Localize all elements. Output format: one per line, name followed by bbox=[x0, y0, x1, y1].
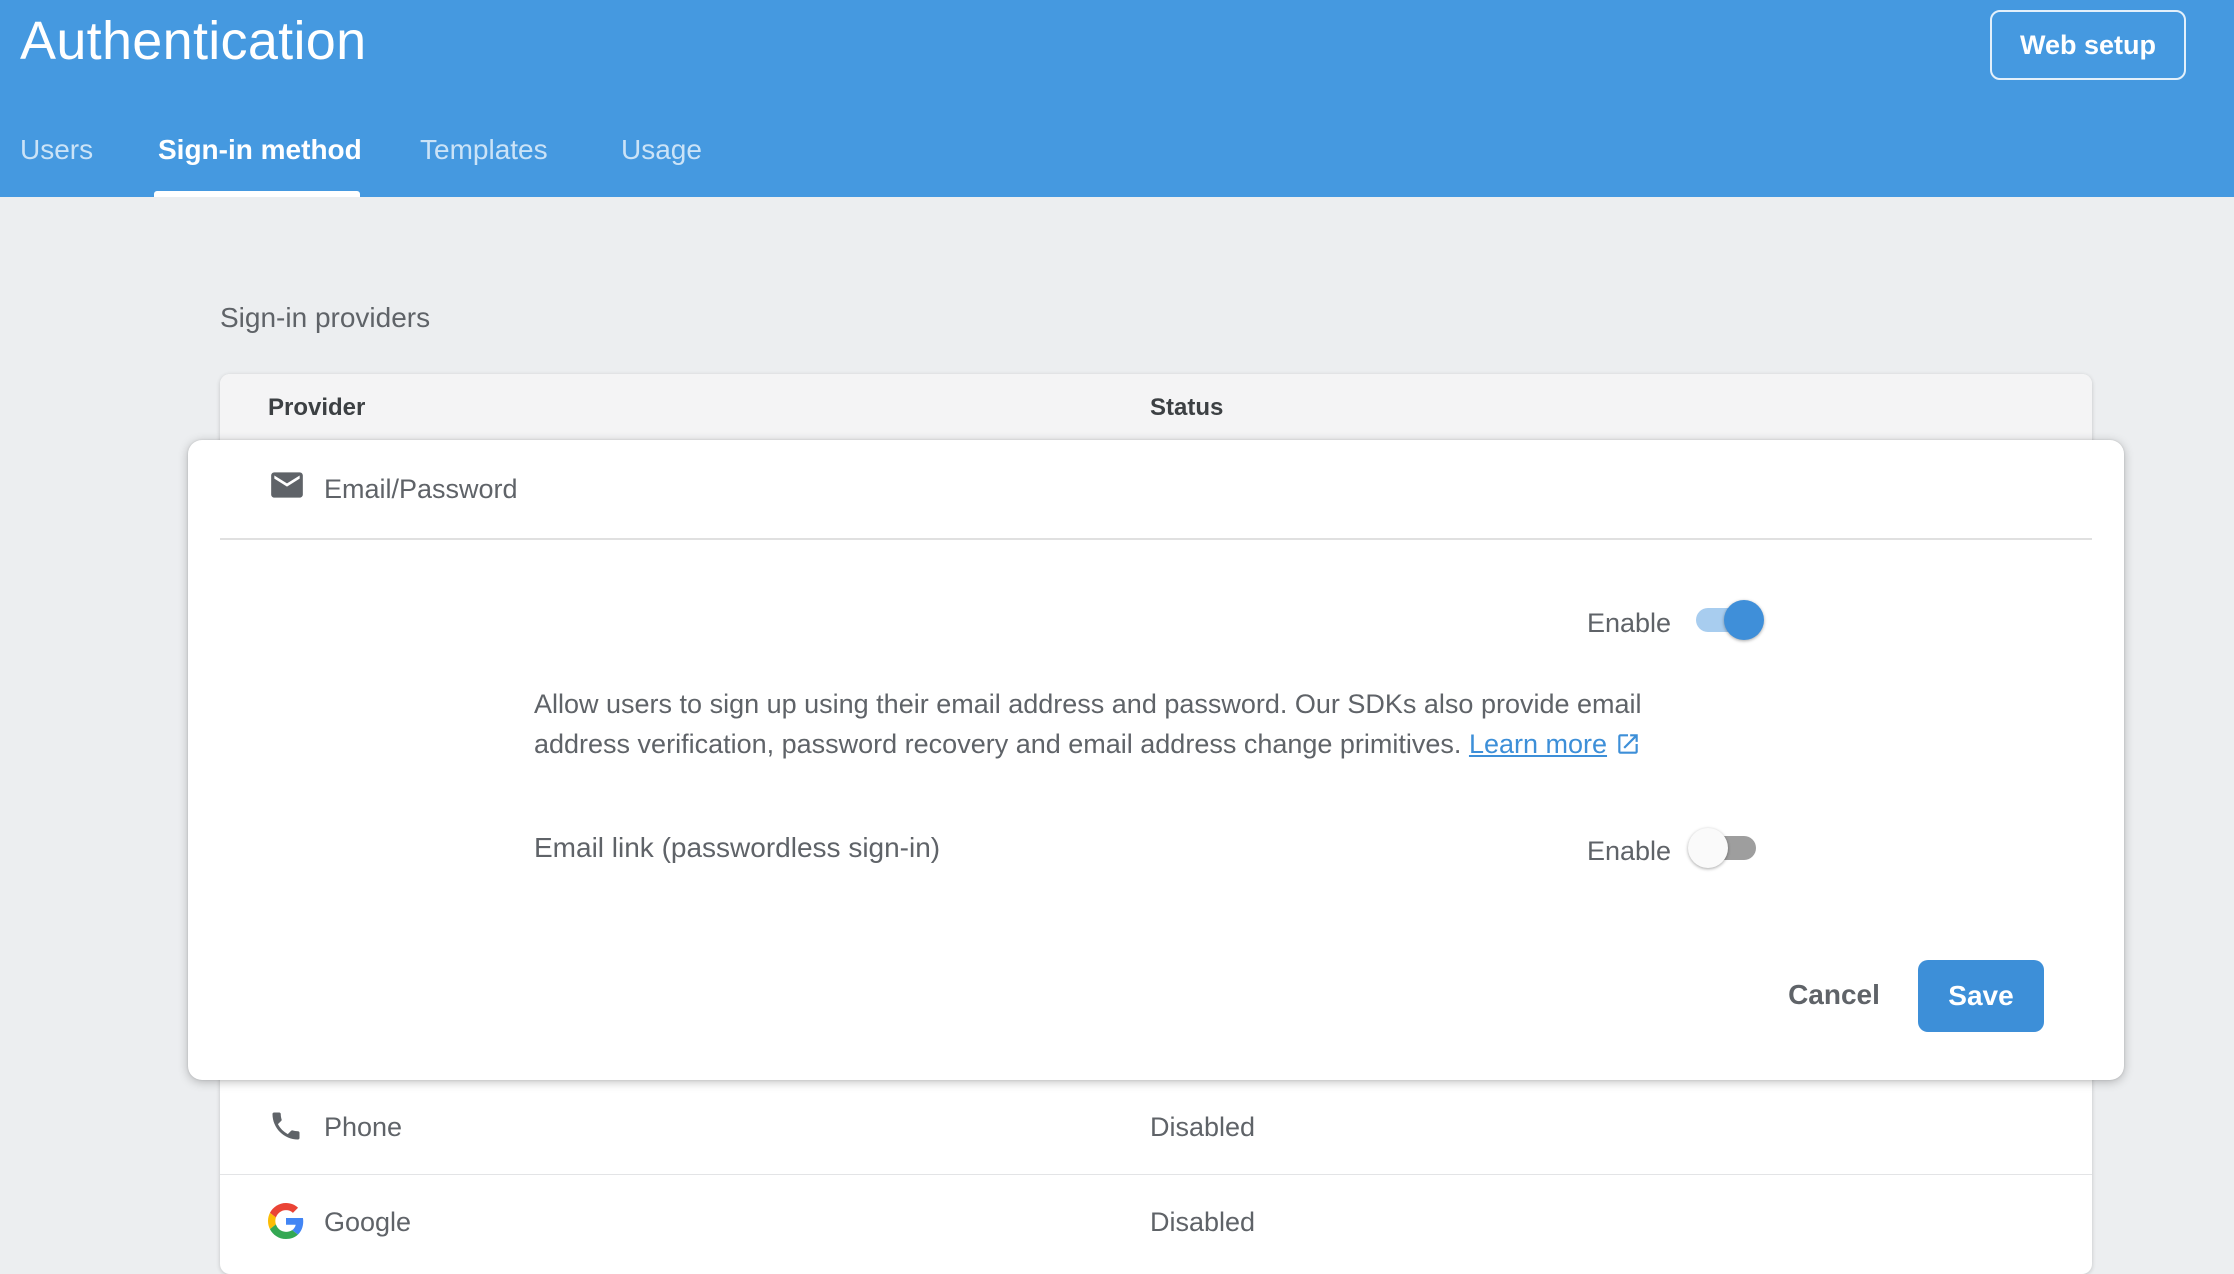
provider-name: Google bbox=[324, 1207, 412, 1237]
app-header: Authentication Web setup Users Sign-in m… bbox=[0, 0, 2234, 197]
enable-label: Enable bbox=[1587, 836, 1672, 866]
table-row[interactable]: Google Disabled bbox=[220, 1175, 2092, 1269]
provider-status: Disabled bbox=[1150, 1207, 1256, 1237]
save-button[interactable]: Save bbox=[1918, 960, 2044, 1032]
editor-header: Email/Password bbox=[220, 440, 2092, 540]
provider-name: Phone bbox=[324, 1112, 403, 1142]
email-icon bbox=[271, 472, 303, 498]
column-header-status: Status bbox=[1150, 394, 1224, 421]
learn-more-link[interactable]: Learn more bbox=[1469, 729, 1607, 759]
email-password-enable-toggle[interactable] bbox=[1692, 600, 1764, 640]
active-tab-indicator bbox=[154, 191, 360, 197]
tab-templates[interactable]: Templates bbox=[420, 134, 548, 166]
email-link-label: Email link (passwordless sign-in) bbox=[534, 832, 941, 863]
toggle-thumb bbox=[1724, 600, 1764, 640]
phone-icon bbox=[272, 1112, 300, 1140]
page-title: Authentication bbox=[20, 11, 367, 71]
tab-users[interactable]: Users bbox=[20, 134, 93, 166]
email-link-enable-toggle[interactable] bbox=[1688, 828, 1760, 868]
tab-usage[interactable]: Usage bbox=[621, 134, 702, 166]
section-title: Sign-in providers bbox=[220, 302, 431, 333]
tab-sign-in-method[interactable]: Sign-in method bbox=[158, 134, 362, 166]
column-header-provider: Provider bbox=[268, 394, 366, 421]
cancel-button[interactable]: Cancel bbox=[1754, 960, 1914, 1030]
provider-name: Email/Password bbox=[324, 474, 518, 504]
enable-label: Enable bbox=[1587, 608, 1672, 638]
table-header: Provider Status bbox=[220, 374, 2092, 440]
table-row[interactable]: Phone Disabled bbox=[220, 1080, 2092, 1175]
toggle-thumb bbox=[1688, 828, 1728, 868]
open-in-new-icon[interactable] bbox=[1615, 731, 1641, 757]
provider-status: Disabled bbox=[1150, 1112, 1256, 1142]
email-password-editor-card: Email/Password Enable Allow users to sig… bbox=[188, 440, 2124, 1080]
web-setup-button[interactable]: Web setup bbox=[1990, 10, 2186, 80]
provider-description: Allow users to sign up using their email… bbox=[534, 684, 1714, 764]
google-icon bbox=[268, 1203, 304, 1239]
